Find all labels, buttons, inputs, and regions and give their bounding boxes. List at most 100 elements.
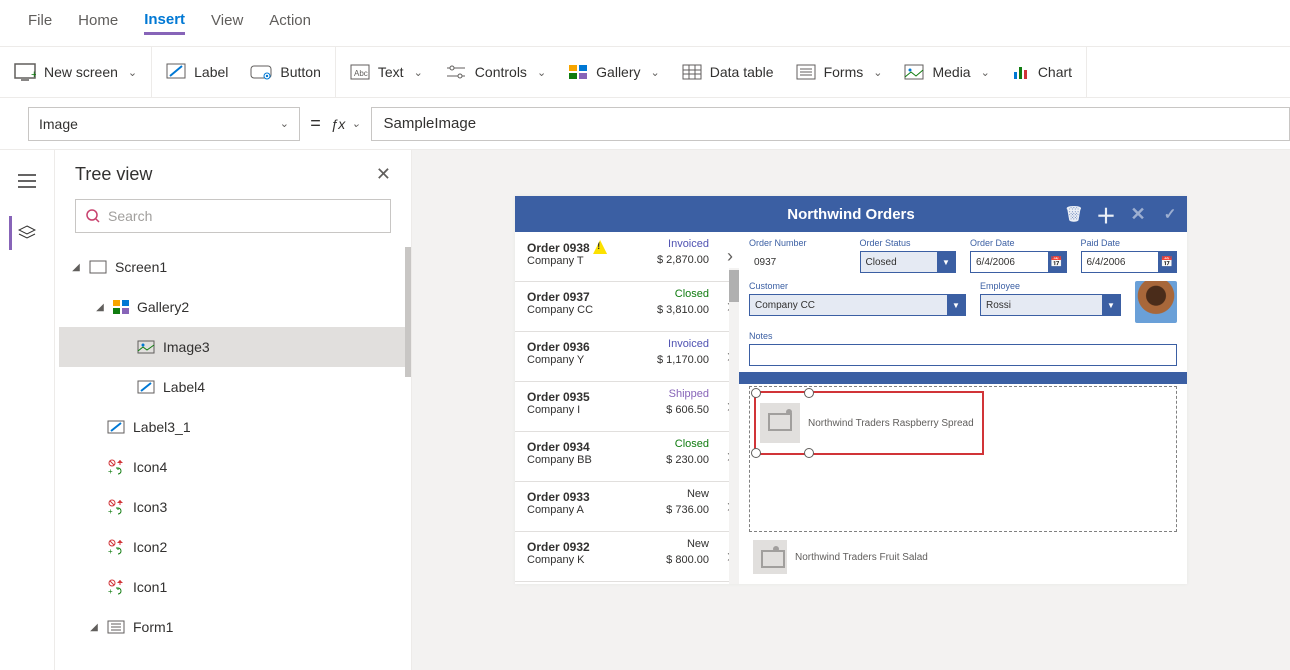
tree-node-icon4[interactable]: + Icon4	[59, 447, 411, 487]
controls-button[interactable]: Controls⌄	[445, 64, 546, 80]
notes-field[interactable]	[749, 344, 1177, 366]
text-button[interactable]: Abc Text⌄	[350, 64, 423, 80]
order-status-select[interactable]: Closed▼	[860, 251, 957, 273]
media-button[interactable]: Media⌄	[904, 64, 989, 80]
menu-view[interactable]: View	[211, 12, 243, 33]
label-button[interactable]: Label	[166, 63, 228, 81]
tree-search-input[interactable]: Search	[75, 199, 391, 233]
formula-bar: Image⌄ = ƒx⌄ SampleImage	[0, 98, 1290, 150]
image-placeholder[interactable]	[760, 403, 800, 443]
property-selector[interactable]: Image⌄	[28, 107, 300, 141]
icons-icon: +	[107, 459, 125, 475]
order-row[interactable]: Order 0936 Company Y Invoiced $ 1,170.00…	[515, 332, 739, 382]
add-icon[interactable]: ＋	[1095, 200, 1117, 229]
order-amount: $ 3,810.00	[657, 304, 709, 316]
resize-handle[interactable]	[751, 448, 761, 458]
order-status: Shipped	[669, 388, 709, 400]
chevron-right-icon: ›	[727, 246, 733, 267]
order-number-field[interactable]: 0937	[749, 251, 846, 273]
chevron-down-icon: ▼	[947, 295, 965, 315]
order-row[interactable]: Order 0933 Company A New $ 736.00 ›	[515, 482, 739, 532]
order-amount: $ 736.00	[666, 504, 709, 516]
hamburger-button[interactable]	[10, 164, 44, 198]
resize-handle[interactable]	[804, 448, 814, 458]
forms-button[interactable]: Forms⌄	[796, 64, 883, 80]
tree-node-image3[interactable]: Image3	[59, 327, 411, 367]
controls-icon	[445, 64, 467, 80]
fx-button[interactable]: ƒx⌄	[331, 116, 361, 132]
order-status: Invoiced	[668, 238, 709, 250]
order-row[interactable]: Order 0937 Company CC Closed $ 3,810.00 …	[515, 282, 739, 332]
order-row[interactable]: Order 0935 Company I Shipped $ 606.50 ›	[515, 382, 739, 432]
gallery-item[interactable]: Northwind Traders Fruit Salad	[749, 540, 1177, 574]
new-screen-button[interactable]: + New screen⌄	[14, 63, 137, 81]
tree-node-screen1[interactable]: ◢ Screen1	[59, 247, 411, 287]
scrollbar[interactable]	[729, 268, 739, 584]
svg-text:+: +	[108, 467, 113, 475]
label-icon	[166, 63, 186, 81]
tree-view-rail-button[interactable]	[9, 216, 43, 250]
paid-date-field[interactable]: 6/4/2006📅	[1081, 251, 1178, 273]
button-button[interactable]: Button	[250, 63, 320, 81]
menu-insert[interactable]: Insert	[144, 11, 185, 35]
menu-action[interactable]: Action	[269, 12, 311, 33]
cancel-icon[interactable]: ✕	[1127, 204, 1149, 225]
image-placeholder	[753, 540, 787, 574]
forms-icon	[107, 620, 125, 634]
chevron-down-icon: ⌄	[873, 66, 882, 79]
tree-node-label4[interactable]: Label4	[59, 367, 411, 407]
gallery-button[interactable]: Gallery⌄	[568, 64, 660, 80]
chart-button[interactable]: Chart	[1012, 64, 1072, 80]
formula-input[interactable]: SampleImage	[371, 107, 1290, 141]
ribbon: + New screen⌄ Label Button Abc Text⌄ Con…	[0, 46, 1290, 98]
scrollbar-thumb[interactable]	[405, 247, 411, 377]
chevron-down-icon: ▼	[1102, 295, 1120, 315]
data-table-icon	[682, 64, 702, 80]
tree-node-label3-1[interactable]: Label3_1	[59, 407, 411, 447]
order-status: New	[687, 488, 709, 500]
order-detail: Order Number0937 Order StatusClosed▼ Ord…	[739, 232, 1187, 584]
trash-icon[interactable]: 🗑	[1063, 205, 1085, 223]
menu-home[interactable]: Home	[78, 12, 118, 33]
tree-node-gallery2[interactable]: ◢ Gallery2	[59, 287, 411, 327]
order-date-field[interactable]: 6/4/2006📅	[970, 251, 1067, 273]
chevron-down-icon: ⌄	[981, 66, 990, 79]
layers-icon	[18, 225, 36, 241]
customer-select[interactable]: Company CC▼	[749, 294, 966, 316]
close-icon[interactable]: ✕	[376, 164, 391, 185]
employee-select[interactable]: Rossi▼	[980, 294, 1121, 316]
chevron-down-icon: ⌄	[351, 117, 360, 130]
tree-node-icon3[interactable]: + Icon3	[59, 487, 411, 527]
menu-file[interactable]: File	[28, 12, 52, 33]
order-row[interactable]: Order 0934 Company BB Closed $ 230.00 ›	[515, 432, 739, 482]
svg-text:+: +	[108, 547, 113, 555]
icons-icon: +	[107, 499, 125, 515]
line-items-gallery[interactable]: Northwind Traders Raspberry Spread	[749, 386, 1177, 532]
field-label: Order Date	[970, 238, 1067, 248]
order-amount: $ 800.00	[666, 554, 709, 566]
order-amount: $ 606.50	[666, 404, 709, 416]
canvas[interactable]: Northwind Orders 🗑 ＋ ✕ ✓ Order 0938 Comp…	[412, 150, 1290, 670]
screen-icon: +	[14, 63, 36, 81]
employee-avatar	[1135, 281, 1177, 323]
order-row[interactable]: Order 0938 Company T Invoiced $ 2,870.00…	[515, 232, 739, 282]
label-icon	[107, 420, 125, 434]
warning-icon	[593, 240, 607, 254]
hamburger-icon	[18, 174, 36, 188]
order-list[interactable]: Order 0938 Company T Invoiced $ 2,870.00…	[515, 232, 739, 584]
svg-text:+: +	[31, 69, 36, 81]
tree-node-icon1[interactable]: + Icon1	[59, 567, 411, 607]
gallery-item-selected[interactable]: Northwind Traders Raspberry Spread	[754, 391, 984, 455]
tree-node-icon2[interactable]: + Icon2	[59, 527, 411, 567]
data-table-button[interactable]: Data table	[682, 64, 774, 80]
field-label: Employee	[980, 281, 1121, 291]
tree-node-form1[interactable]: ◢ Form1	[59, 607, 411, 647]
line-item-label: Northwind Traders Raspberry Spread	[808, 418, 974, 429]
accept-icon[interactable]: ✓	[1159, 205, 1181, 223]
app-title-bar: Northwind Orders 🗑 ＋ ✕ ✓	[515, 196, 1187, 232]
gallery-icon	[113, 300, 129, 314]
order-row[interactable]: Order 0932 Company K New $ 800.00 ›	[515, 532, 739, 582]
resize-handle[interactable]	[804, 388, 814, 398]
resize-handle[interactable]	[751, 388, 761, 398]
chevron-down-icon: ⌄	[651, 66, 660, 79]
